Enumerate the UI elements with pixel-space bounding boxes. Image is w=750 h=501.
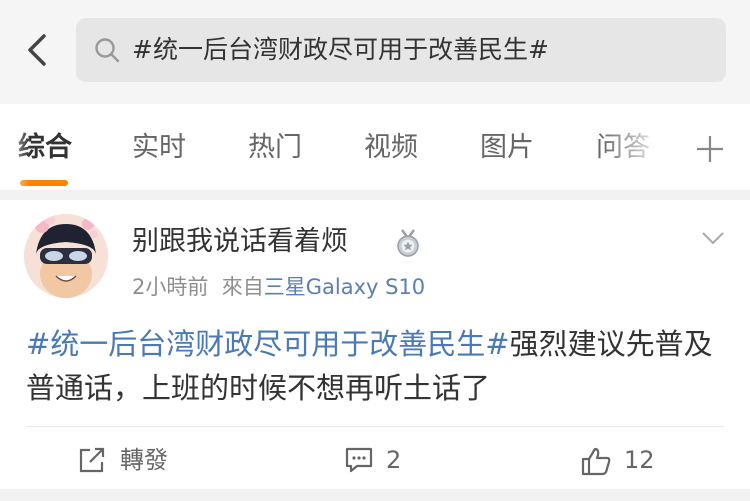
post-actions-divider bbox=[26, 426, 724, 427]
tab-realtime[interactable]: 实时 bbox=[132, 131, 186, 165]
topic-link[interactable]: #统一后台湾财政尽可用于改善民生# bbox=[26, 327, 510, 361]
active-tab-indicator bbox=[20, 180, 68, 186]
comment-count: 2 bbox=[386, 446, 402, 474]
medal-icon bbox=[397, 229, 419, 257]
share-icon bbox=[79, 447, 105, 473]
tab-comprehensive[interactable]: 综合 bbox=[18, 131, 72, 165]
like-count: 12 bbox=[624, 446, 655, 474]
post-time: 2小時前 bbox=[132, 275, 209, 299]
thumbs-up-icon bbox=[581, 447, 611, 476]
like-button[interactable]: 12 bbox=[580, 442, 670, 478]
avatar-image bbox=[24, 214, 108, 298]
tab-images[interactable]: 图片 bbox=[480, 131, 534, 165]
tab-hot[interactable]: 热门 bbox=[248, 131, 302, 165]
section-divider bbox=[0, 190, 750, 200]
post-username[interactable]: 别跟我说话看着烦 bbox=[132, 224, 348, 260]
repost-label: 轉發 bbox=[120, 446, 168, 474]
search-query: #统一后台湾财政尽可用于改善民生# bbox=[132, 35, 549, 64]
plus-icon[interactable] bbox=[694, 133, 726, 165]
chevron-left-icon[interactable] bbox=[20, 32, 56, 68]
bottom-divider bbox=[0, 489, 750, 501]
repost-button[interactable]: 轉發 bbox=[78, 442, 188, 478]
tab-bar: 综合 实时 热门 视频 图片 问答 bbox=[0, 104, 750, 190]
post-source[interactable]: 三星Galaxy S10 bbox=[264, 275, 425, 299]
comment-button[interactable]: 2 bbox=[344, 442, 414, 478]
post-source-prefix: 來自 bbox=[221, 275, 264, 299]
post-content: #统一后台湾财政尽可用于改善民生#强烈建议先普及普通话，上班的时候不想再听土话了 bbox=[26, 322, 726, 410]
post-meta: 2小時前 來自三星Galaxy S10 bbox=[132, 272, 425, 302]
tab-video[interactable]: 视频 bbox=[364, 131, 418, 165]
chevron-down-icon[interactable] bbox=[700, 228, 726, 248]
comment-icon bbox=[345, 447, 373, 473]
tab-qa[interactable]: 问答 bbox=[596, 131, 650, 165]
search-input[interactable]: #统一后台湾财政尽可用于改善民生# bbox=[76, 18, 726, 82]
avatar[interactable] bbox=[24, 214, 108, 298]
search-icon bbox=[95, 38, 120, 63]
top-bar: #统一后台湾财政尽可用于改善民生# bbox=[0, 0, 750, 104]
